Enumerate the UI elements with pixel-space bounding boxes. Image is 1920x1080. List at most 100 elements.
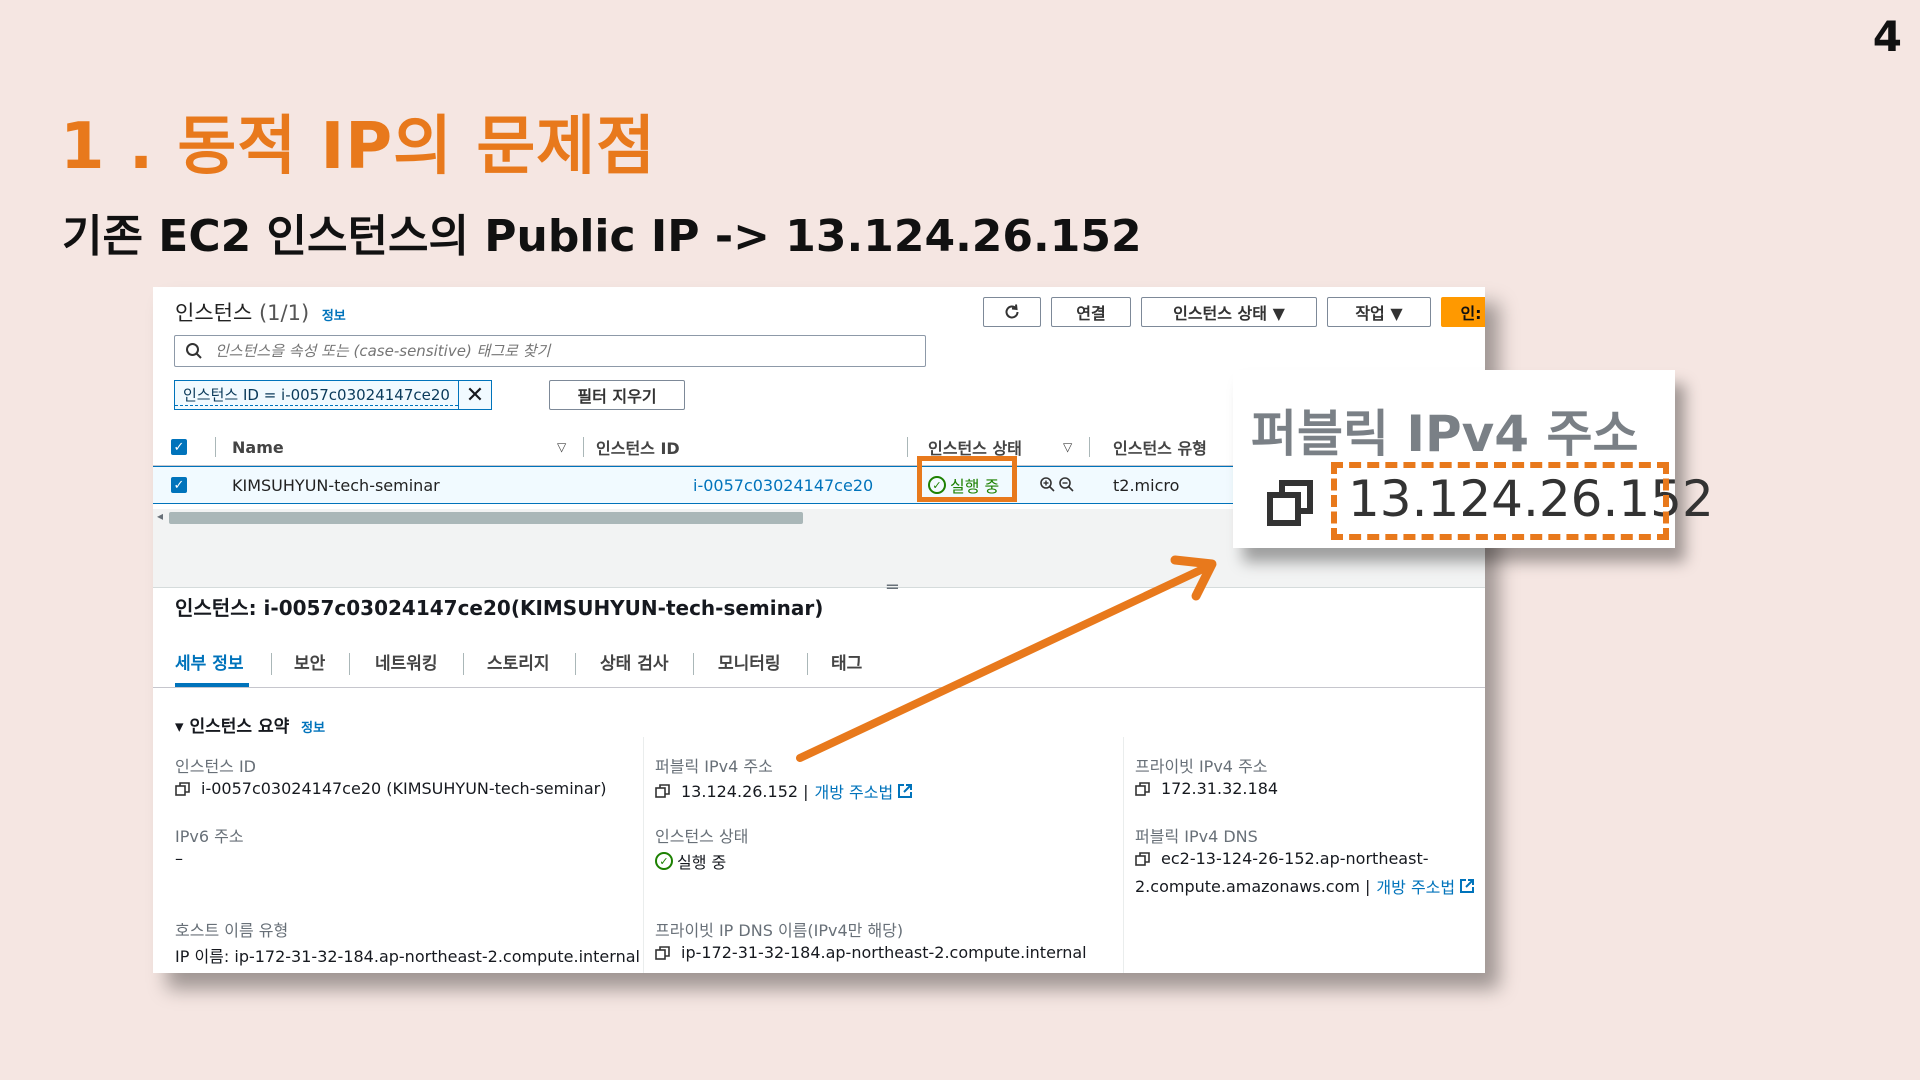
tab-divider <box>807 653 808 675</box>
search-input[interactable] <box>213 341 917 361</box>
hostname-type-label: 호스트 이름 유형 <box>175 921 289 940</box>
actions-dropdown[interactable]: 작업 ▼ <box>1327 297 1431 327</box>
private-ipv4-value: 172.31.32.184 <box>1135 779 1278 798</box>
external-link-icon[interactable] <box>897 783 913 799</box>
open-address-link[interactable]: 개방 주소법 <box>815 779 894 803</box>
instance-id-value: i-0057c03024147ce20 (KIMSUHYUN-tech-semi… <box>175 779 606 798</box>
copy-icon[interactable] <box>655 783 671 799</box>
copy-icon[interactable] <box>1135 781 1151 797</box>
column-header-instance-type[interactable]: 인스턴스 유형 <box>1113 429 1207 465</box>
column-divider <box>583 437 584 457</box>
caret-down-icon: ▾ <box>175 717 184 737</box>
check-icon: ✓ <box>171 439 187 455</box>
column-divider <box>1089 437 1090 457</box>
public-dns-label: 퍼블릭 IPv4 DNS <box>1135 827 1258 846</box>
zoom-callout-label: 퍼블릭 IPv4 주소 <box>1251 405 1639 463</box>
instances-list-title: 인스턴스 (1/1) 정보 <box>175 297 346 327</box>
column-divider <box>643 737 644 973</box>
tab-details[interactable]: 세부 정보 <box>175 649 243 674</box>
sort-icon[interactable]: ▽ <box>1063 429 1072 465</box>
detail-tabs: 세부 정보 보안 네트워킹 스토리지 상태 검사 모니터링 태그 <box>153 637 1485 688</box>
tab-networking[interactable]: 네트워킹 <box>375 649 438 674</box>
close-icon[interactable]: ✕ <box>457 381 491 409</box>
column-header-name[interactable]: Name <box>232 429 284 465</box>
ipv6-label: IPv6 주소 <box>175 827 244 846</box>
zoom-out-icon[interactable] <box>1058 467 1076 503</box>
tab-divider <box>271 653 272 675</box>
private-dns-text: ip-172-31-32-184.ap-northeast-2.compute.… <box>681 943 1087 962</box>
public-dns-value-line2: 2.compute.amazonaws.com | 개방 주소법 <box>1135 874 1475 898</box>
copy-icon[interactable] <box>175 781 191 797</box>
open-address-link-2[interactable]: 개방 주소법 <box>1376 874 1455 898</box>
tab-status-checks[interactable]: 상태 검사 <box>600 649 668 674</box>
summary-title: 인스턴스 요약 <box>189 717 290 737</box>
slide-subtitle: 기존 EC2 인스턴스의 Public IP -> 13.124.26.152 <box>62 211 1142 262</box>
select-all-checkbox[interactable]: ✓ <box>171 429 187 465</box>
search-icon <box>186 343 202 359</box>
tab-tags[interactable]: 태그 <box>831 649 862 674</box>
filter-token[interactable]: 인스턴스 ID = i-0057c03024147ce20 ✕ <box>174 380 492 410</box>
state-value-text: 실행 중 <box>677 853 727 872</box>
hostname-type-value: IP 이름: ip-172-31-32-184.ap-northeast-2.c… <box>175 947 640 966</box>
instances-title-text: 인스턴스 <box>175 301 253 325</box>
scroll-left-icon[interactable]: ◂ <box>157 509 163 523</box>
public-ipv4-value: 13.124.26.152 | 개방 주소법 <box>655 779 913 803</box>
filter-token-text: 인스턴스 ID = i-0057c03024147ce20 <box>175 384 458 406</box>
copy-icon[interactable] <box>1135 851 1151 867</box>
copy-icon <box>1267 480 1313 526</box>
public-dns-text-1: ec2-13-124-26-152.ap-northeast- <box>1161 849 1429 868</box>
column-divider <box>907 437 908 457</box>
check-circle-icon: ✓ <box>655 852 673 870</box>
detail-panel-title: 인스턴스: i-0057c03024147ce20(KIMSUHYUN-tech… <box>175 596 824 620</box>
tab-divider <box>349 653 350 675</box>
slide-title: 1 . 동적 IP의 문제점 <box>60 110 656 184</box>
launch-instances-button[interactable]: 인: <box>1441 297 1485 327</box>
public-dns-value-line1: ec2-13-124-26-152.ap-northeast- <box>1135 849 1428 868</box>
instances-count: (1/1) <box>258 301 310 325</box>
info-link[interactable]: 정보 <box>322 309 346 324</box>
column-divider <box>1123 737 1124 973</box>
instance-state-dropdown[interactable]: 인스턴스 상태 ▼ <box>1141 297 1317 327</box>
public-dns-text-2: 2.compute.amazonaws.com | <box>1135 876 1371 896</box>
instance-id-link[interactable]: i-0057c03024147ce20 <box>693 467 873 503</box>
private-dns-label: 프라이빗 IP DNS 이름(IPv4만 해당) <box>655 921 904 940</box>
public-ipv4-text: 13.124.26.152 | <box>681 781 809 801</box>
tab-divider <box>693 653 694 675</box>
clear-filters-button[interactable]: 필터 지우기 <box>549 380 685 410</box>
private-ipv4-label: 프라이빗 IPv4 주소 <box>1135 757 1268 776</box>
column-divider <box>215 437 216 457</box>
instance-id-text: i-0057c03024147ce20 (KIMSUHYUN-tech-semi… <box>201 779 607 798</box>
scrollbar-thumb[interactable] <box>169 512 803 524</box>
tab-divider <box>463 653 464 675</box>
tab-divider <box>575 653 576 675</box>
ipv6-value: – <box>175 849 183 868</box>
refresh-icon <box>1005 304 1019 319</box>
external-link-icon[interactable] <box>1459 878 1475 894</box>
tab-security[interactable]: 보안 <box>294 649 325 674</box>
sort-icon[interactable]: ▽ <box>557 429 566 465</box>
connect-button[interactable]: 연결 <box>1051 297 1131 327</box>
public-ipv4-label: 퍼블릭 IPv4 주소 <box>655 757 773 776</box>
active-tab-indicator <box>175 683 249 687</box>
zoom-in-icon[interactable] <box>1039 467 1057 503</box>
state-label: 인스턴스 상태 <box>655 827 749 846</box>
check-icon: ✓ <box>171 477 187 493</box>
instance-id-label: 인스턴스 ID <box>175 757 257 776</box>
private-dns-value: ip-172-31-32-184.ap-northeast-2.compute.… <box>655 943 1087 962</box>
instance-name: KIMSUHYUN-tech-seminar <box>232 475 440 495</box>
refresh-button[interactable] <box>983 297 1041 327</box>
zoom-callout: 퍼블릭 IPv4 주소 13.124.26.152 <box>1233 370 1714 548</box>
summary-info-link[interactable]: 정보 <box>301 721 325 736</box>
ip-highlight-box <box>1331 462 1669 540</box>
tab-storage[interactable]: 스토리지 <box>487 649 550 674</box>
column-header-instance-id[interactable]: 인스턴스 ID <box>596 429 680 465</box>
row-checkbox[interactable]: ✓ <box>171 467 187 503</box>
drag-handle-icon[interactable]: ═ <box>887 577 898 598</box>
tab-monitoring[interactable]: 모니터링 <box>718 649 781 674</box>
instance-summary-header[interactable]: ▾ 인스턴스 요약 정보 <box>175 712 325 737</box>
state-value: ✓ 실행 중 <box>655 849 726 873</box>
copy-icon[interactable] <box>655 945 671 961</box>
horizontal-scrollbar[interactable]: ◂ <box>153 509 1238 527</box>
page-number: 4 <box>1872 12 1902 61</box>
instance-search[interactable] <box>174 335 926 367</box>
